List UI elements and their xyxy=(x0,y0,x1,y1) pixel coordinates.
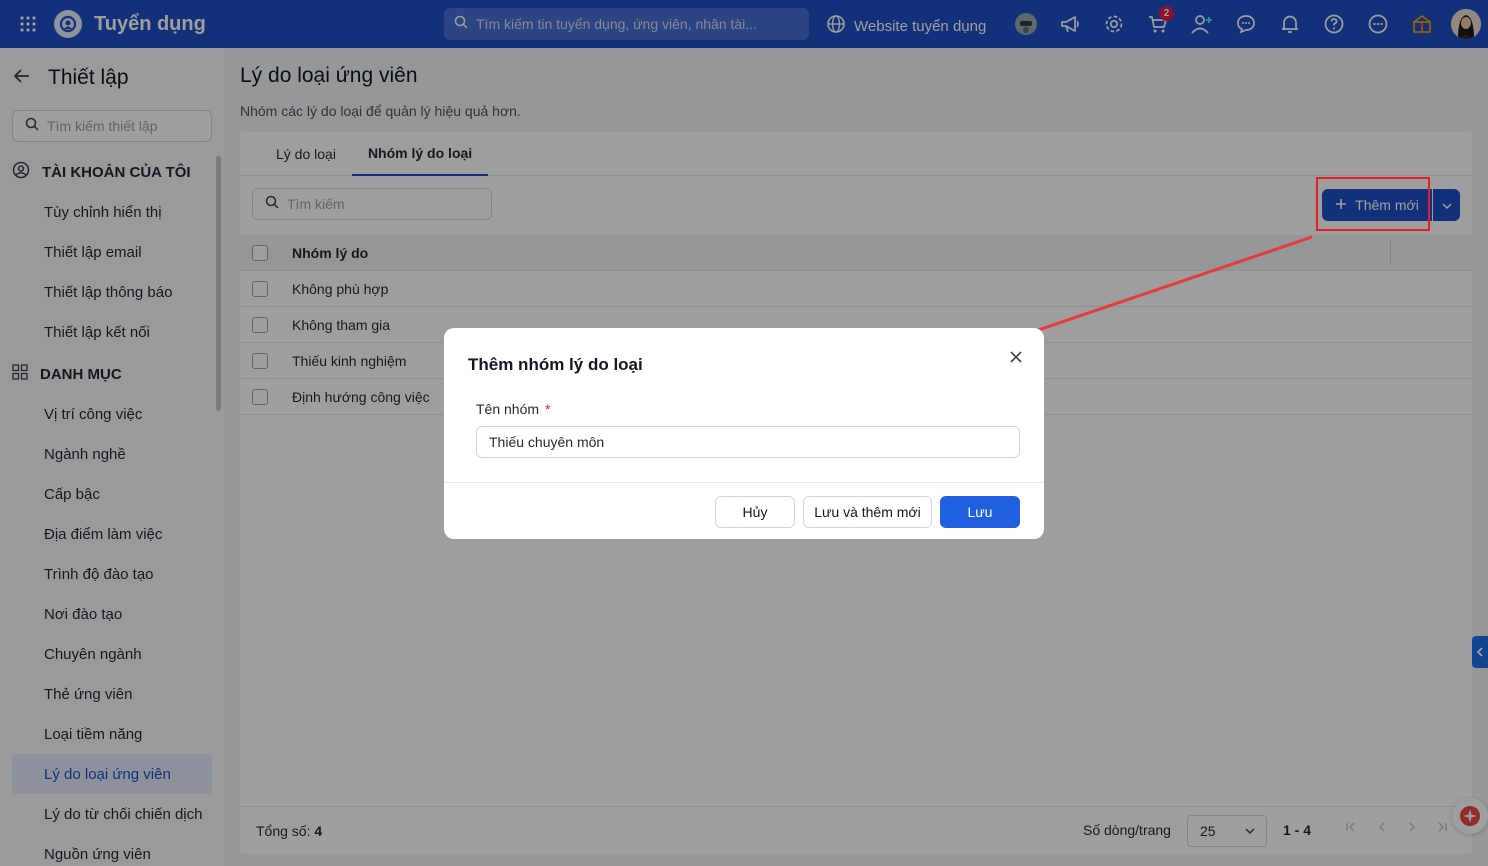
group-name-input[interactable] xyxy=(476,426,1020,458)
save-and-new-button[interactable]: Lưu và thêm mới xyxy=(803,496,932,528)
close-icon[interactable] xyxy=(1008,349,1024,365)
modal-title: Thêm nhóm lý do loại xyxy=(468,355,643,374)
group-name-label: Tên nhóm * xyxy=(476,401,551,417)
add-group-modal: Thêm nhóm lý do loại Tên nhóm* Hủy Lưu v… xyxy=(444,328,1044,539)
save-button[interactable]: Lưu xyxy=(940,496,1020,528)
required-marker: * xyxy=(545,401,551,417)
modal-footer: Hủy Lưu và thêm mới Lưu xyxy=(444,482,1044,539)
cancel-button[interactable]: Hủy xyxy=(715,496,795,528)
